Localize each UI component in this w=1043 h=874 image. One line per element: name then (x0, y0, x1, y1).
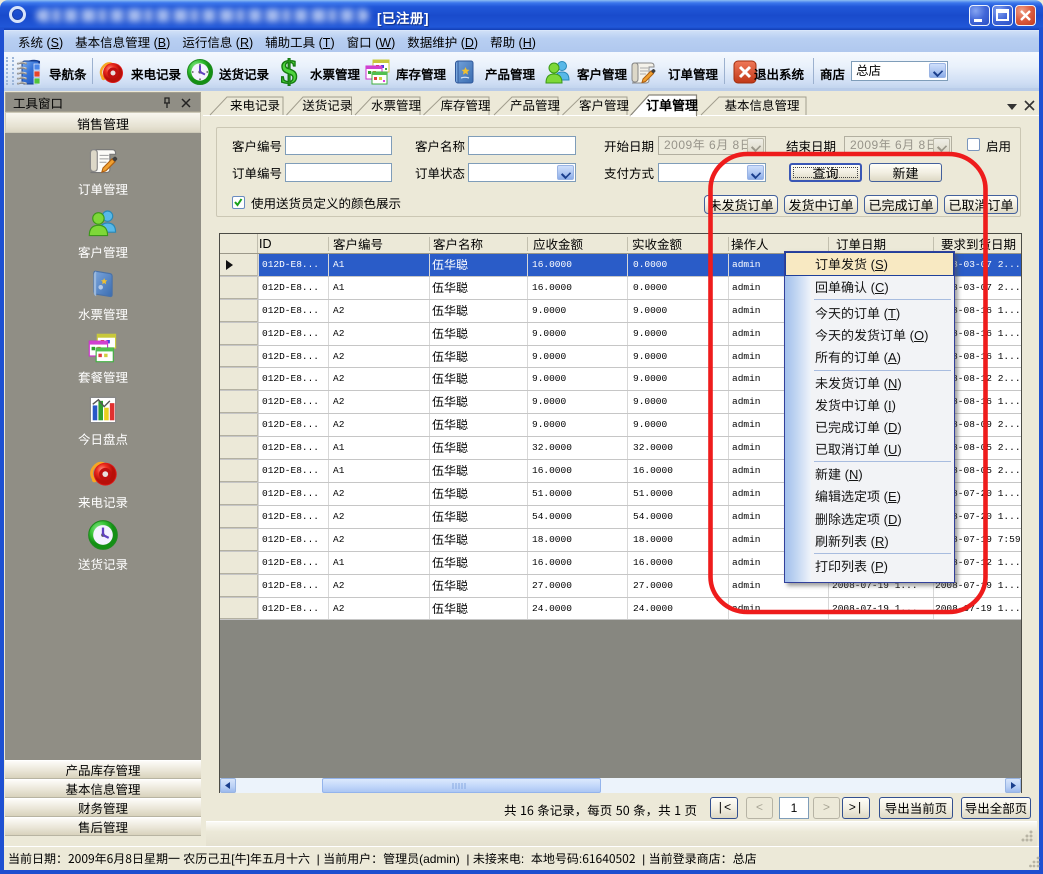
svg-text:水票管理: 水票管理 (371, 95, 422, 114)
svg-text:产品管理: 产品管理 (510, 95, 561, 114)
svg-text:客户管理: 客户管理 (579, 95, 630, 114)
svg-text:$: $ (281, 58, 298, 86)
svg-text:库存管理: 库存管理 (440, 95, 491, 114)
svg-text:来电记录: 来电记录 (230, 95, 280, 114)
svg-text:送货记录: 送货记录 (302, 95, 352, 114)
svg-text:订单管理: 订单管理 (646, 95, 698, 114)
svg-text:基本信息管理: 基本信息管理 (724, 95, 800, 114)
